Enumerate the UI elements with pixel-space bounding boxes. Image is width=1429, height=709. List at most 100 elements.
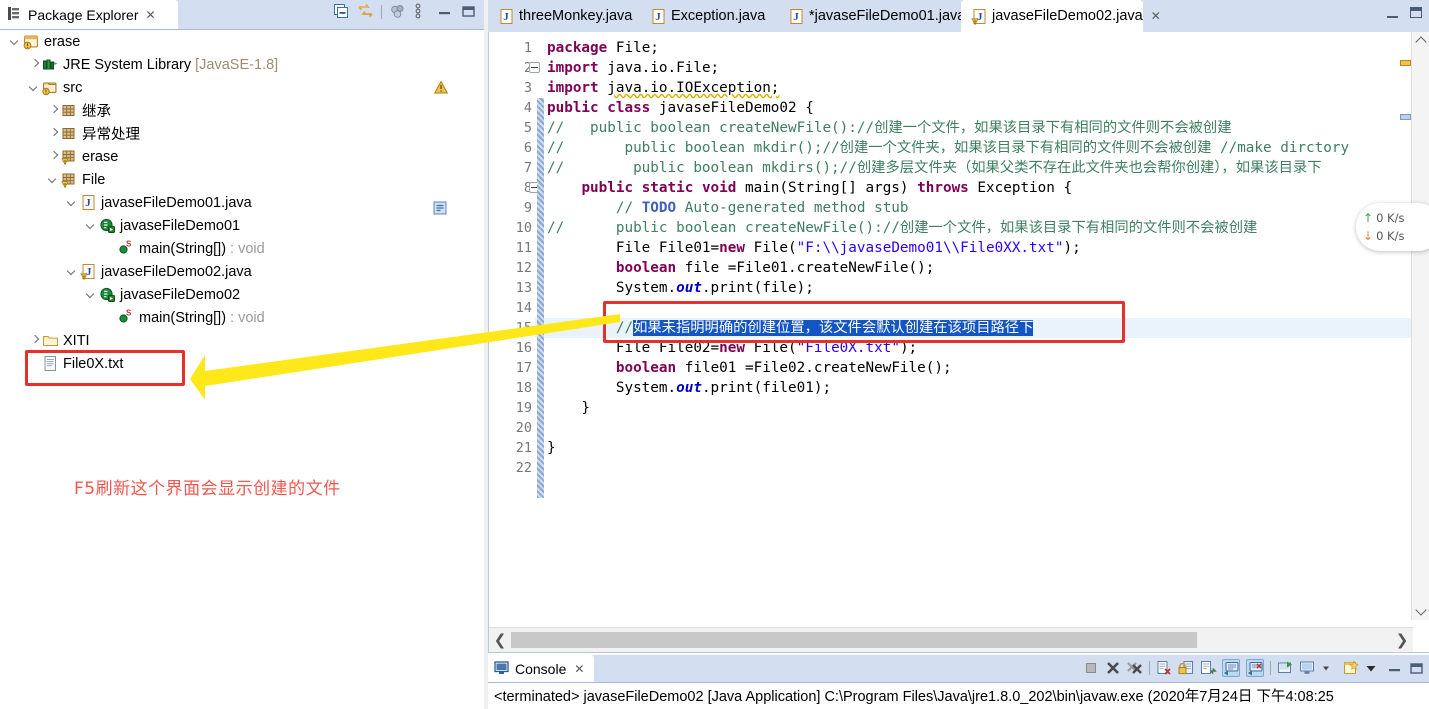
code-line[interactable]: File File01=new File("F:\\javaseDemo01\\… — [547, 238, 1081, 258]
editor-vertical-scrollbar[interactable] — [1411, 32, 1429, 620]
console-toolbar — [1083, 659, 1425, 677]
line-number: 13 — [515, 280, 532, 296]
tree-item[interactable]: File — [0, 168, 484, 191]
hscroll-thumb[interactable] — [511, 632, 1197, 648]
editor-tab[interactable]: JthreeMonkey.java — [488, 0, 640, 32]
tree-item[interactable]: erase — [0, 30, 484, 53]
tab-package-explorer[interactable]: Package Explorer ✕ — [0, 0, 178, 29]
code-line[interactable]: // TODO Auto-generated method stub — [547, 198, 909, 218]
overview-warning-marker[interactable] — [1400, 60, 1411, 66]
editor-horizontal-scrollbar[interactable]: ❮ ❯ — [489, 627, 1413, 652]
warning-marker-icon[interactable] — [433, 80, 449, 97]
tree-item[interactable]: Smain(String[]) : void — [0, 306, 484, 329]
svg-text:J: J — [793, 11, 799, 23]
pin-console-icon[interactable] — [1277, 660, 1293, 676]
tree-item[interactable]: erase — [0, 145, 484, 168]
minimize-icon[interactable] — [437, 3, 454, 20]
code-line[interactable]: // public boolean mkdir();//创建一个文件夹，如果该目… — [547, 138, 1349, 158]
terminate-icon[interactable] — [1083, 660, 1099, 676]
tree-item-suffix: : void — [226, 309, 265, 326]
chevron-down-icon[interactable] — [67, 196, 80, 209]
chevron-down-icon[interactable] — [86, 288, 99, 301]
editor-tab[interactable]: J Exception.java — [640, 0, 778, 32]
chevron-down-icon[interactable] — [86, 219, 99, 232]
chevron-right-icon[interactable] — [48, 127, 61, 140]
code-line[interactable]: import java.io.IOException; — [547, 78, 779, 98]
console-view: Console ✕ <terminated> javaseFileDemo02 … — [488, 655, 1429, 709]
chevron-down-icon[interactable] — [29, 81, 42, 94]
close-icon[interactable]: ✕ — [146, 8, 156, 22]
view-menu-dots-icon[interactable] — [413, 3, 430, 20]
close-icon[interactable]: ✕ — [574, 662, 584, 676]
code-line[interactable]: // public boolean createNewFile()://创建一个… — [547, 118, 1232, 138]
minimize-icon[interactable] — [1387, 7, 1398, 18]
chevron-down-icon[interactable] — [67, 265, 80, 278]
netspeed-widget[interactable]: ↑ 0 K/s ↓ 0 K/s — [1356, 203, 1429, 251]
maximize-icon[interactable] — [1409, 660, 1425, 676]
code-line[interactable]: System.out.print(file01); — [547, 378, 831, 398]
editor-tab[interactable]: JjavaseFileDemo02.java ✕ — [961, 0, 1161, 32]
collapse-all-icon[interactable] — [333, 3, 350, 20]
code-line[interactable]: boolean file =File01.createNewFile(); — [547, 258, 935, 278]
code-line[interactable]: import java.io.File; — [547, 58, 719, 78]
tree-item[interactable]: 异常处理 — [0, 122, 484, 145]
chevron-right-icon[interactable] — [48, 104, 61, 117]
show-on-output-icon[interactable] — [1200, 660, 1217, 676]
lock-scroll-icon[interactable] — [1178, 660, 1194, 676]
chevron-down-icon[interactable] — [10, 35, 23, 48]
code-line[interactable]: package File; — [547, 38, 659, 58]
maximize-icon[interactable] — [1410, 7, 1422, 18]
overview-todo-marker[interactable] — [1400, 114, 1411, 120]
display-console-dropdown-icon[interactable] — [1321, 660, 1337, 676]
code-line[interactable]: // public boolean createNewFile()://创建一个… — [547, 218, 1257, 238]
editor-window-buttons — [1387, 7, 1422, 18]
tree-item[interactable]: 继承 — [0, 99, 484, 122]
link-with-editor-icon[interactable] — [357, 3, 374, 20]
code-token: public class — [547, 100, 659, 116]
focus-on-active-task-icon[interactable] — [389, 3, 406, 20]
tab-console[interactable]: Console ✕ — [488, 655, 595, 682]
editor-tab[interactable]: J *javaseFileDemo01.java — [778, 0, 965, 32]
display-console-icon[interactable] — [1299, 660, 1315, 676]
tree-item[interactable]: Smain(String[]) : void — [0, 237, 484, 260]
code-line[interactable]: } — [547, 438, 556, 458]
scroll-up-button[interactable] — [1412, 32, 1429, 49]
display-selected-console-icon[interactable] — [1222, 659, 1240, 677]
chevron-down-icon[interactable] — [48, 173, 61, 186]
tree-item[interactable]: JjavaseFileDemo02.java — [0, 260, 484, 283]
clear-console-icon[interactable] — [1156, 660, 1172, 676]
code-line[interactable]: } — [547, 398, 590, 418]
chevron-right-icon[interactable] — [29, 334, 42, 347]
line-number: 3 — [523, 80, 532, 96]
todo-marker-icon[interactable] — [433, 201, 447, 218]
code-token: boolean — [615, 360, 685, 376]
chevron-right-icon[interactable] — [48, 150, 61, 163]
tree-item[interactable]: src — [0, 76, 484, 99]
chevron-right-icon[interactable] — [29, 58, 42, 71]
new-console-view-icon[interactable] — [1343, 660, 1359, 676]
editor-tab-label: threeMonkey.java — [519, 8, 633, 24]
tree-item[interactable]: javaseFileDemo02 — [0, 283, 484, 306]
tree-item[interactable]: JRE System Library [JavaSE-1.8] — [0, 53, 484, 76]
code-line[interactable]: // public boolean mkdirs();//创建多层文件夹（如果父… — [547, 158, 1322, 178]
remove-all-terminated-icon[interactable] — [1127, 660, 1143, 676]
hscroll-right-button[interactable]: ❯ — [1393, 631, 1411, 649]
editor-line-number-gutter: 1 2 3 4 5 6 7 8 9 10 11 12 13 14 15 16 17 18 19 20 21 22 — [433, 32, 540, 620]
code-line[interactable]: public static void main(String[] args) t… — [547, 178, 1072, 198]
tree-item[interactable]: javaseFileDemo01 — [0, 214, 484, 237]
hscroll-left-button[interactable]: ❮ — [491, 631, 509, 649]
scroll-down-button[interactable] — [1412, 603, 1429, 620]
code-line[interactable]: boolean file01 =File02.createNewFile(); — [547, 358, 952, 378]
fold-collapse-icon[interactable] — [529, 62, 540, 73]
maximize-icon[interactable] — [461, 3, 478, 20]
remove-launch-icon[interactable] — [1105, 660, 1121, 676]
open-console-icon[interactable] — [1246, 659, 1264, 677]
close-icon[interactable]: ✕ — [1151, 9, 1161, 23]
code-line[interactable]: System.out.print(file); — [547, 278, 814, 298]
tree-item-label: main(String[]) : void — [139, 240, 265, 257]
tree-item[interactable]: JjavaseFileDemo01.java — [0, 191, 484, 214]
minimize-icon[interactable] — [1387, 660, 1403, 676]
tree-item[interactable]: XITI — [0, 329, 484, 352]
new-console-dropdown-icon[interactable] — [1365, 660, 1381, 676]
code-line[interactable]: public class javaseFileDemo02 { — [547, 98, 814, 118]
